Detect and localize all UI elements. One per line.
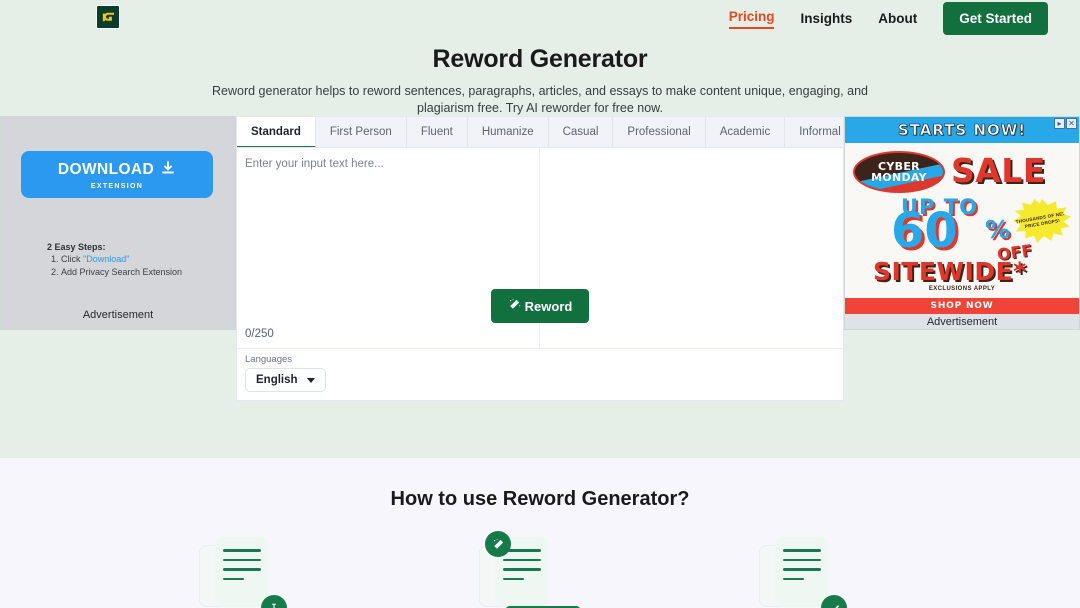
ad-percent-number: 60 xyxy=(891,203,958,259)
languages-label: Languages xyxy=(245,354,293,365)
ad-steps: 2 Easy Steps: Click "Download" Add Priva… xyxy=(47,241,182,278)
doc-line xyxy=(783,568,821,571)
tab-professional[interactable]: Professional xyxy=(613,117,706,147)
language-selected-value: English xyxy=(256,374,298,386)
download-extension-button[interactable]: DOWNLOAD EXTENSION xyxy=(21,151,213,198)
ad-burst-text: THOUSANDS OF NEW PRICE DROPS! xyxy=(1015,210,1068,230)
doc-line xyxy=(783,577,804,580)
input-placeholder: Enter your input text here... xyxy=(245,158,384,170)
ad-body: CYBER MONDAY SALE UP TO 60 % OFF SITEWID… xyxy=(845,143,1079,298)
tab-fluent[interactable]: Fluent xyxy=(406,117,468,147)
ad-step-1-link[interactable]: "Download" xyxy=(83,254,129,264)
chevron-down-icon xyxy=(306,377,315,383)
reword-editor: Standard First Person Fluent Humanize Ca… xyxy=(236,116,844,401)
magic-wand-icon xyxy=(485,531,511,557)
nav-link-pricing[interactable]: Pricing xyxy=(728,7,775,29)
ad-exclusions-text: EXCLUSIONS APPLY xyxy=(928,286,996,292)
page-title: Reword Generator xyxy=(432,45,648,73)
ad-step-1: Click "Download" xyxy=(61,253,182,265)
doc-line xyxy=(223,558,261,561)
ad-step-1-prefix: Click xyxy=(61,254,83,265)
ad-banner-top: STARTS NOW! xyxy=(845,117,1079,143)
tab-academic[interactable]: Academic xyxy=(705,117,786,147)
download-button-sublabel: EXTENSION xyxy=(90,182,144,190)
editor-footer: Languages English xyxy=(237,348,843,400)
check-icon xyxy=(821,595,847,608)
navbar: Pricing Insights About Get Started xyxy=(0,0,1080,36)
tab-casual[interactable]: Casual xyxy=(548,117,614,147)
download-button-label: DOWNLOAD xyxy=(57,161,155,178)
doc-line xyxy=(223,549,261,552)
document-front-shape xyxy=(215,537,269,607)
close-icon[interactable]: ✕ xyxy=(1066,118,1077,129)
doc-line xyxy=(783,558,821,561)
doc-line xyxy=(223,577,244,580)
nav-link-insights[interactable]: Insights xyxy=(800,9,852,28)
ad-starts-now-text: STARTS NOW! xyxy=(897,121,1027,140)
workspace: DOWNLOAD EXTENSION 2 Easy Steps: Click "… xyxy=(0,116,1080,401)
language-select[interactable]: English xyxy=(245,368,326,392)
adchoices-triangle-icon[interactable]: ▸ xyxy=(1054,118,1065,129)
left-ad-label: Advertisement xyxy=(82,309,154,321)
tab-informal[interactable]: Informal xyxy=(785,117,843,147)
ad-choices-controls: ▸ ✕ xyxy=(1054,118,1077,129)
howto-steps: Rewrite Sentence xyxy=(0,531,1080,608)
text-cursor-icon xyxy=(261,595,287,608)
doc-line xyxy=(503,568,541,571)
ad-step-2: Add Privacy Search Extension xyxy=(61,266,182,278)
download-icon xyxy=(160,160,176,181)
cyber-monday-badge: CYBER MONDAY xyxy=(853,151,945,193)
tab-humanize[interactable]: Humanize xyxy=(467,117,549,147)
howto-step-3 xyxy=(755,533,885,608)
shop-now-label: SHOP NOW xyxy=(930,301,994,311)
tab-standard[interactable]: Standard xyxy=(237,117,316,147)
reword-button[interactable]: Reword xyxy=(490,289,590,323)
howto-section: How to use Reword Generator? xyxy=(0,458,1080,608)
ad-percent-symbol: % xyxy=(985,215,1011,244)
shop-now-button[interactable]: SHOP NOW xyxy=(845,298,1079,314)
logo-g-icon xyxy=(96,5,120,29)
magic-wand-icon xyxy=(508,298,521,314)
left-advertisement[interactable]: DOWNLOAD EXTENSION 2 Easy Steps: Click "… xyxy=(0,116,236,330)
nav-links: Pricing Insights About Get Started xyxy=(728,1,1048,35)
tab-first-person[interactable]: First Person xyxy=(315,117,407,147)
site-logo[interactable] xyxy=(95,4,121,30)
ad-sitewide-text: SITEWIDE* xyxy=(873,257,1027,286)
ad-sale-text: SALE xyxy=(951,151,1046,190)
hero-section: Pricing Insights About Get Started Rewor… xyxy=(0,0,1080,458)
nav-link-about[interactable]: About xyxy=(878,9,917,28)
doc-line xyxy=(223,568,261,571)
page-subtitle: Reword generator helps to reword sentenc… xyxy=(212,84,868,115)
document-front-shape xyxy=(775,537,829,607)
doc-line xyxy=(503,558,541,561)
monday-line: MONDAY xyxy=(871,171,927,184)
howto-title: How to use Reword Generator? xyxy=(390,488,690,510)
character-counter: 0/250 xyxy=(245,328,274,340)
howto-step-2: Rewrite Sentence xyxy=(475,531,605,608)
right-advertisement[interactable]: ▸ ✕ STARTS NOW! CYBER MONDAY SALE UP TO … xyxy=(844,116,1080,330)
right-ad-label: Advertisement xyxy=(845,314,1079,329)
doc-line xyxy=(783,549,821,552)
get-started-button[interactable]: Get Started xyxy=(943,1,1048,35)
reword-action-row: Reword xyxy=(236,289,844,323)
howto-step-1 xyxy=(195,533,325,608)
tone-tabs: Standard First Person Fluent Humanize Ca… xyxy=(237,117,843,148)
cyber-monday-text: CYBER MONDAY xyxy=(855,153,943,191)
doc-line xyxy=(503,577,524,580)
ad-starburst: THOUSANDS OF NEW PRICE DROPS! xyxy=(1013,199,1071,243)
ad-steps-title: 2 Easy Steps: xyxy=(47,242,106,252)
reword-button-label: Reword xyxy=(524,298,573,314)
